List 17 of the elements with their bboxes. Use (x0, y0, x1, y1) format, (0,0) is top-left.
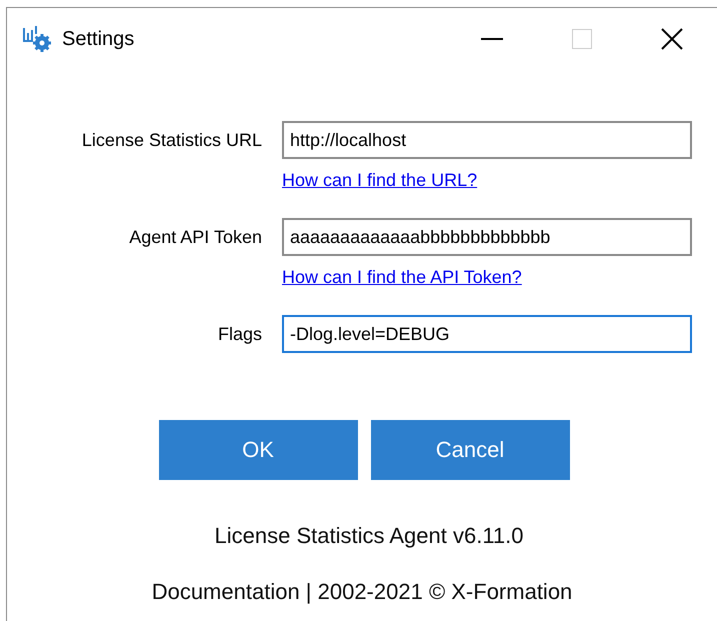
text-field[interactable]: http://localhost (282, 121, 692, 159)
window-title: Settings (62, 28, 136, 50)
footer-text: Documentation | 2002-2021 © X-Formation (152, 578, 572, 606)
close-icon (661, 28, 683, 50)
chart-gear-icon (22, 25, 52, 53)
field-label: Flags (218, 324, 262, 344)
version-text: License Statistics Agent v6.11.0 (214, 522, 524, 550)
cancel-button[interactable]: Cancel (370, 420, 570, 480)
field-label: License Statistics URL (82, 130, 262, 150)
maximize-icon (572, 29, 592, 49)
help-link[interactable]: How can I find the API Token? (282, 265, 522, 289)
text-field[interactable]: -Dlog.level=DEBUG (282, 315, 692, 353)
text-field[interactable]: aaaaaaaaaaaaabbbbbbbbbbbbb (282, 218, 692, 256)
help-link[interactable]: How can I find the URL? (282, 168, 478, 192)
field-label: Agent API Token (129, 226, 262, 248)
minimize-icon (481, 38, 503, 40)
ok-button[interactable]: OK (158, 420, 358, 480)
